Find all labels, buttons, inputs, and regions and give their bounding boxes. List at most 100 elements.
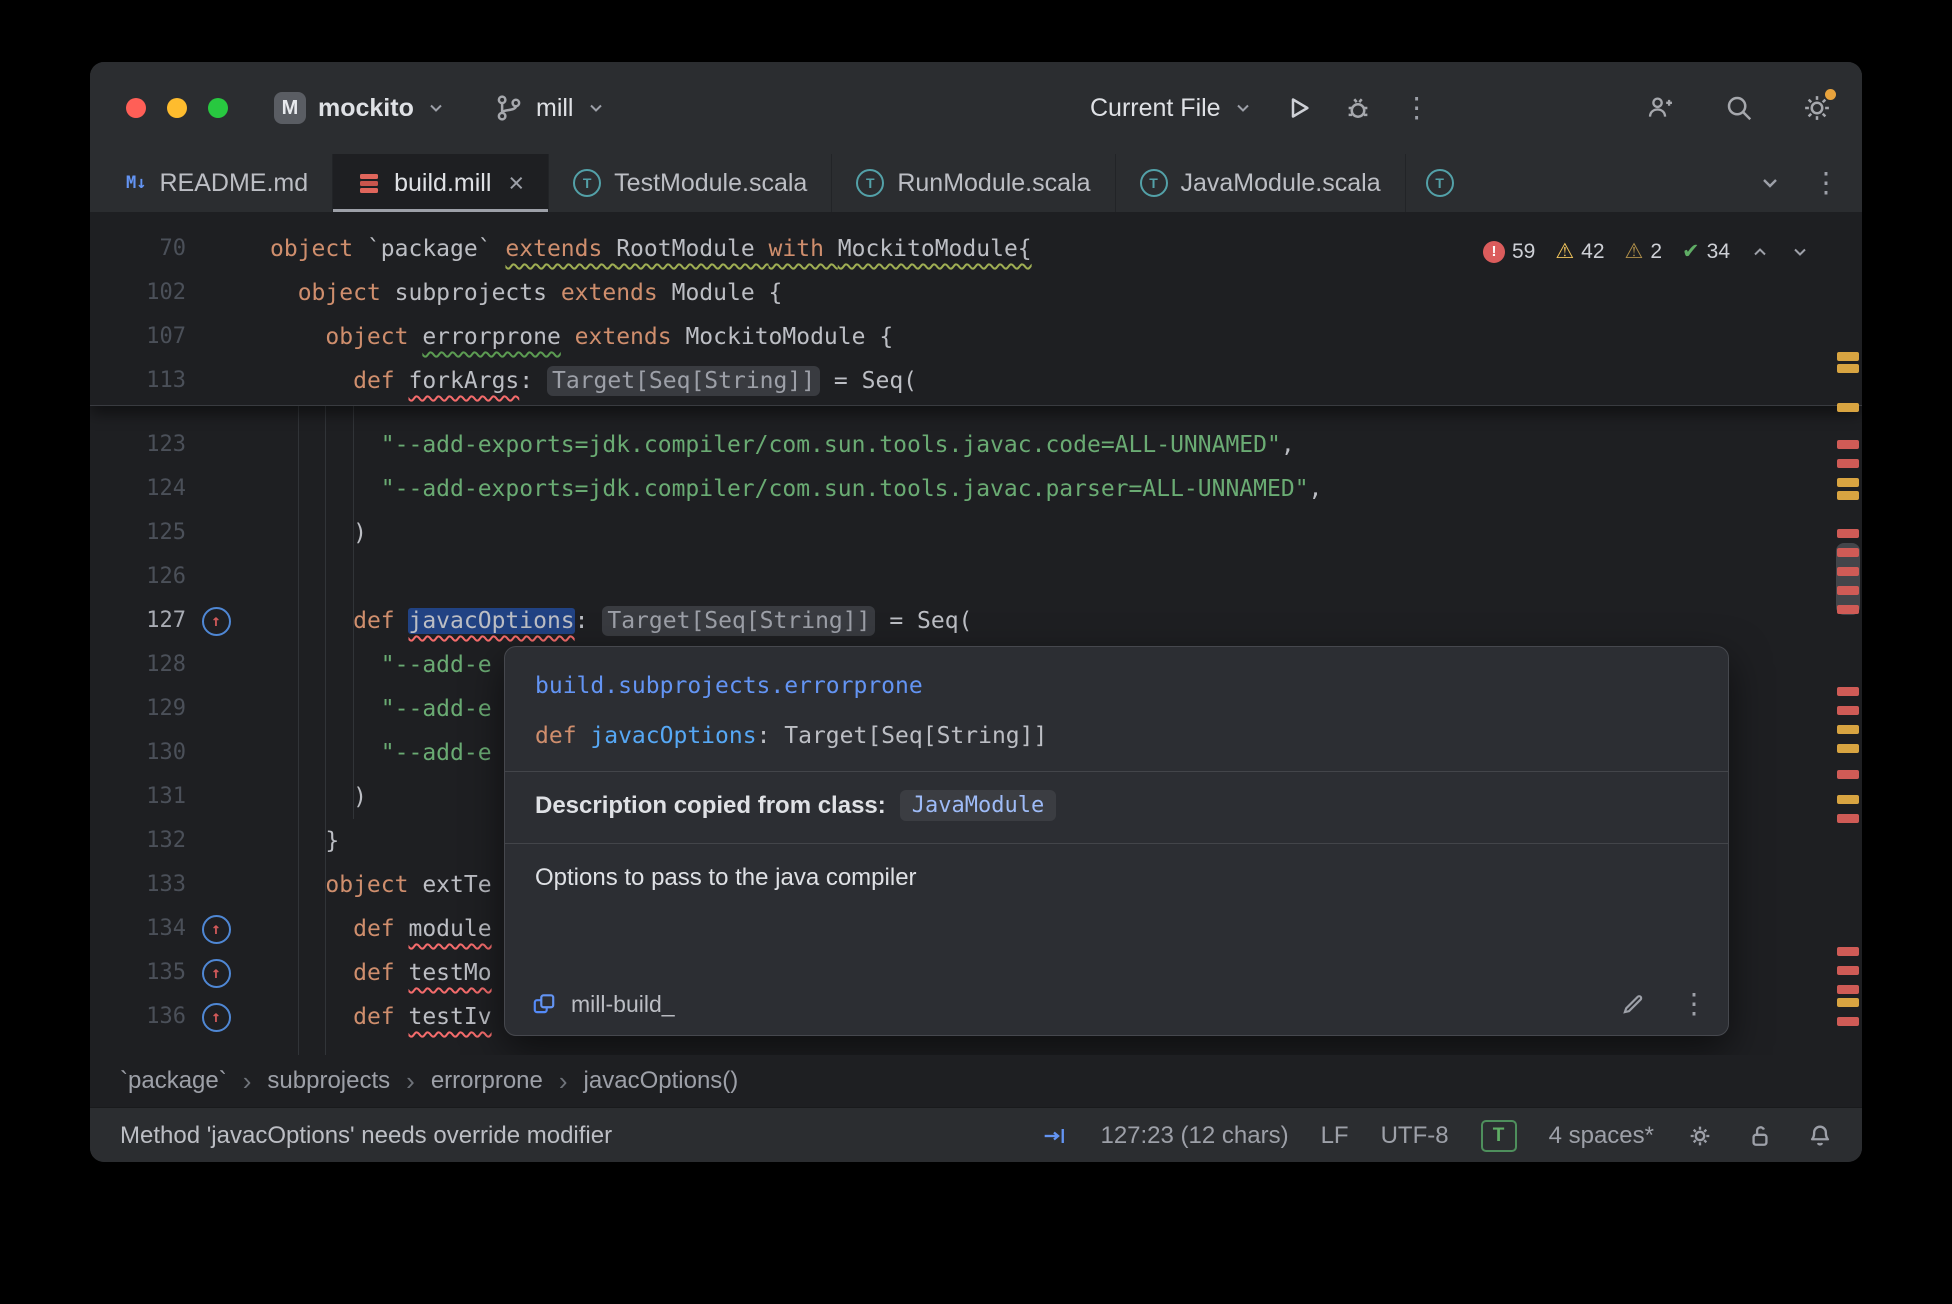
- warning-count[interactable]: ⚠ 42: [1555, 239, 1604, 264]
- run-button[interactable]: [1283, 93, 1313, 123]
- error-stripe-mark[interactable]: [1837, 725, 1859, 734]
- line-number[interactable]: 130: [90, 731, 186, 775]
- run-config-selector[interactable]: Current File: [1090, 94, 1253, 123]
- tab-partial[interactable]: T: [1406, 154, 1512, 212]
- indent-settings-icon[interactable]: [1686, 1122, 1714, 1150]
- encoding-selector[interactable]: UTF-8: [1381, 1122, 1449, 1150]
- show-hidden-tabs-button[interactable]: [1758, 171, 1782, 195]
- error-stripe-mark[interactable]: [1837, 1017, 1859, 1026]
- code-line-126[interactable]: 126: [90, 555, 1862, 599]
- vcs-branch-widget[interactable]: mill: [494, 62, 606, 154]
- breadcrumb-item[interactable]: javacOptions(): [584, 1067, 739, 1095]
- line-number[interactable]: 124: [90, 467, 186, 511]
- indent-selector[interactable]: 4 spaces*: [1549, 1122, 1654, 1150]
- edit-icon[interactable]: [1620, 991, 1646, 1017]
- error-stripe-mark[interactable]: [1837, 795, 1859, 804]
- debug-button[interactable]: [1343, 93, 1373, 123]
- close-window-button[interactable]: [126, 98, 146, 118]
- line-number[interactable]: 133: [90, 863, 186, 907]
- line-number[interactable]: 131: [90, 775, 186, 819]
- override-marker-icon[interactable]: ↑: [202, 607, 231, 636]
- line-number[interactable]: 132: [90, 819, 186, 863]
- error-count[interactable]: ! 59: [1483, 240, 1535, 264]
- line-number[interactable]: 134: [90, 907, 186, 951]
- lock-icon[interactable]: [1746, 1122, 1774, 1150]
- tab-readme[interactable]: M↓ README.md: [102, 154, 333, 212]
- code-line-102[interactable]: 102 object subprojects extends Module {: [90, 271, 1862, 315]
- error-stripe-mark[interactable]: [1837, 548, 1859, 557]
- project-widget[interactable]: M mockito: [274, 62, 446, 154]
- code-line-127[interactable]: 127↑ def javacOptions: Target[Seq[String…: [90, 599, 1862, 643]
- more-actions-button[interactable]: ⋮: [1403, 93, 1425, 123]
- error-stripe-mark[interactable]: [1837, 586, 1859, 595]
- next-problem-button[interactable]: [1790, 242, 1810, 262]
- line-number[interactable]: 113: [90, 359, 186, 403]
- code-line-125[interactable]: 125 ): [90, 511, 1862, 555]
- error-stripe-mark[interactable]: [1837, 985, 1859, 994]
- line-number[interactable]: 136: [90, 995, 186, 1039]
- error-stripe-mark[interactable]: [1837, 364, 1859, 373]
- line-number[interactable]: 70: [90, 227, 186, 271]
- error-stripe-mark[interactable]: [1837, 814, 1859, 823]
- error-stripe-mark[interactable]: [1837, 770, 1859, 779]
- error-stripe-mark[interactable]: [1837, 478, 1859, 487]
- breadcrumb-item[interactable]: subprojects: [267, 1067, 390, 1095]
- override-marker-icon[interactable]: ↑: [202, 915, 231, 944]
- editor-area[interactable]: 123 "--add-exports=jdk.compiler/com.sun.…: [90, 213, 1862, 1055]
- override-marker-icon[interactable]: ↑: [202, 1003, 231, 1032]
- error-stripe-mark[interactable]: [1837, 352, 1859, 361]
- line-number[interactable]: 127: [90, 599, 186, 643]
- zoom-window-button[interactable]: [208, 98, 228, 118]
- close-icon[interactable]: ×: [508, 173, 524, 193]
- line-number[interactable]: 107: [90, 315, 186, 359]
- error-stripe-mark[interactable]: [1837, 567, 1859, 576]
- tab-build-mill[interactable]: build.mill ×: [333, 154, 549, 212]
- breadcrumb-item[interactable]: `package`: [120, 1067, 227, 1095]
- description-class-chip[interactable]: JavaModule: [900, 790, 1056, 821]
- weak-warning-count[interactable]: ⚠ 2: [1625, 239, 1663, 264]
- error-stripe-mark[interactable]: [1837, 966, 1859, 975]
- tab-testmodule[interactable]: T TestModule.scala: [549, 154, 832, 212]
- line-number[interactable]: 102: [90, 271, 186, 315]
- error-stripe-mark[interactable]: [1837, 706, 1859, 715]
- code-line-107[interactable]: 107 object errorprone extends MockitoMod…: [90, 315, 1862, 359]
- tab-indicator[interactable]: T: [1481, 1120, 1517, 1152]
- line-number[interactable]: 135: [90, 951, 186, 995]
- previous-problem-button[interactable]: [1750, 242, 1770, 262]
- code-line-113[interactable]: 113 def forkArgs: Target[Seq[String]] = …: [90, 359, 1862, 403]
- line-number[interactable]: 126: [90, 555, 186, 599]
- error-stripe-mark[interactable]: [1837, 687, 1859, 696]
- add-user-icon[interactable]: [1646, 93, 1676, 123]
- error-stripe-mark[interactable]: [1837, 403, 1859, 412]
- line-number[interactable]: 125: [90, 511, 186, 555]
- tab-runmodule[interactable]: T RunModule.scala: [832, 154, 1115, 212]
- error-stripe-mark[interactable]: [1837, 744, 1859, 753]
- bell-icon[interactable]: [1806, 1122, 1834, 1150]
- error-stripe-mark[interactable]: [1837, 947, 1859, 956]
- settings-button[interactable]: [1802, 93, 1832, 123]
- error-stripe[interactable]: [1832, 213, 1862, 1055]
- line-ending-selector[interactable]: LF: [1321, 1122, 1349, 1150]
- line-number[interactable]: 128: [90, 643, 186, 687]
- tab-options-button[interactable]: ⋮: [1812, 168, 1834, 198]
- error-stripe-mark[interactable]: [1837, 998, 1859, 1007]
- code-line-124[interactable]: 124 "--add-exports=jdk.compiler/com.sun.…: [90, 467, 1862, 511]
- breadcrumb-item[interactable]: errorprone: [431, 1067, 543, 1095]
- error-stripe-mark[interactable]: [1837, 491, 1859, 500]
- caret-navigation-icon[interactable]: [1040, 1122, 1068, 1150]
- search-icon[interactable]: [1724, 93, 1754, 123]
- error-stripe-mark[interactable]: [1837, 440, 1859, 449]
- line-number[interactable]: 129: [90, 687, 186, 731]
- passed-inspections-count[interactable]: ✔ 34: [1682, 239, 1730, 264]
- error-stripe-mark[interactable]: [1837, 605, 1859, 614]
- error-stripe-mark[interactable]: [1837, 459, 1859, 468]
- tab-javamodule[interactable]: T JavaModule.scala: [1116, 154, 1406, 212]
- override-marker-icon[interactable]: ↑: [202, 959, 231, 988]
- minimize-window-button[interactable]: [167, 98, 187, 118]
- code-line-123[interactable]: 123 "--add-exports=jdk.compiler/com.sun.…: [90, 423, 1862, 467]
- error-stripe-mark[interactable]: [1837, 529, 1859, 538]
- popup-more-button[interactable]: ⋮: [1680, 989, 1702, 1019]
- inspections-widget[interactable]: ! 59 ⚠ 42 ⚠ 2 ✔ 34: [1483, 239, 1810, 264]
- line-number[interactable]: 123: [90, 423, 186, 467]
- caret-position[interactable]: 127:23 (12 chars): [1100, 1122, 1288, 1150]
